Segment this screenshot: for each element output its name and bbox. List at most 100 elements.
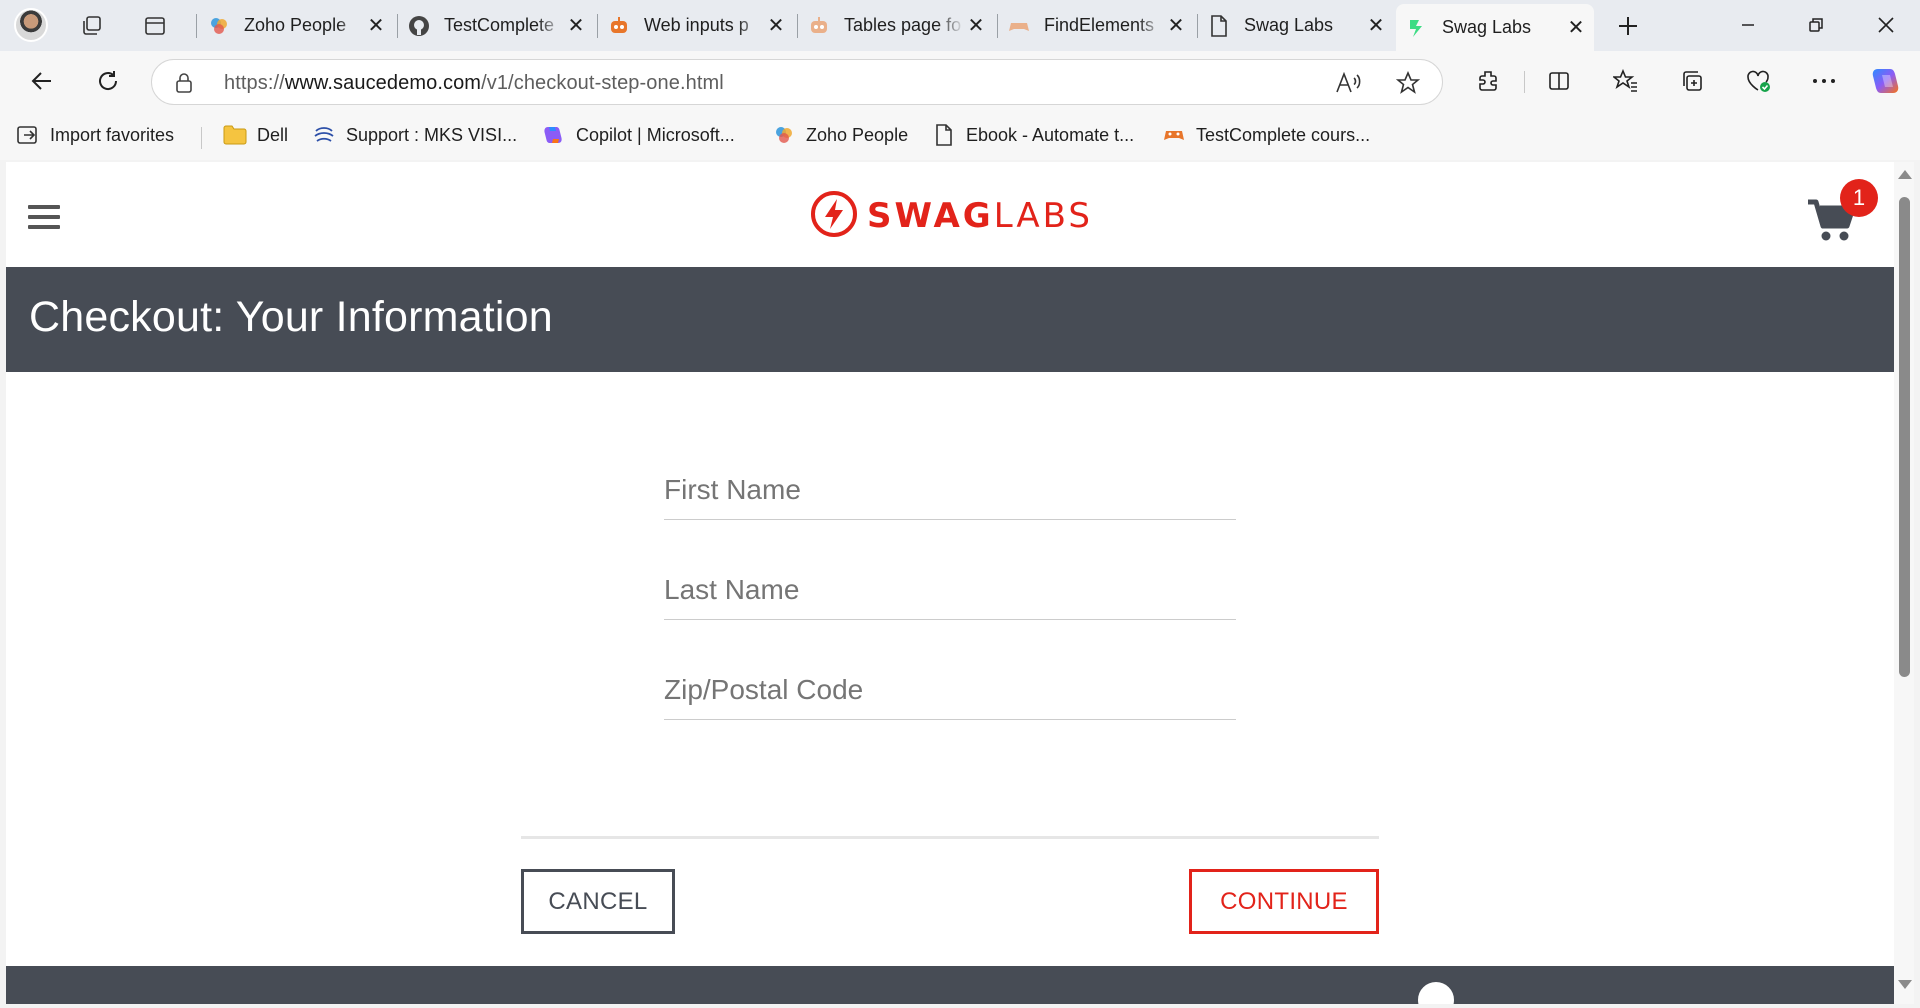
minimize-icon[interactable] — [1720, 6, 1776, 44]
tab-title: Zoho People — [244, 15, 347, 35]
bookmark-label: Support : MKS VISI... — [346, 124, 518, 145]
address-bar[interactable]: https://www.saucedemo.com/v1/checkout-st… — [151, 59, 1443, 105]
copilot-icon[interactable] — [1868, 63, 1904, 99]
close-window-icon[interactable] — [1858, 6, 1914, 44]
tab-tables-page[interactable]: Tables page fo ✕ — [798, 6, 994, 45]
cart-badge[interactable]: 1 — [1840, 179, 1878, 217]
url-text[interactable]: https://www.saucedemo.com/v1/checkout-st… — [224, 72, 724, 95]
tab-strip: Zoho People ✕ TestComplete ✕ Web inputs … — [0, 0, 1920, 51]
close-tab-icon[interactable]: ✕ — [364, 14, 388, 38]
profile-avatar[interactable] — [14, 8, 48, 42]
continue-button[interactable]: CONTINUE — [1189, 869, 1379, 934]
bookmark-ebook[interactable]: Ebook - Automate t... — [932, 121, 1134, 149]
bookmarks-bar: Import favorites Dell Support : MKS VISI… — [0, 110, 1920, 160]
robot-icon — [608, 15, 630, 37]
close-tab-icon[interactable]: ✕ — [1564, 16, 1588, 40]
page-footer — [6, 966, 1894, 1004]
browser-essentials-icon[interactable] — [1741, 63, 1777, 99]
gamepad-icon — [1008, 15, 1030, 37]
bookmark-support-mks[interactable]: Support : MKS VISI... — [312, 121, 517, 149]
globe-icon — [312, 123, 336, 147]
page-scrollbar[interactable] — [1894, 162, 1914, 1004]
tab-title: TestComplete — [444, 15, 555, 35]
back-icon[interactable] — [24, 63, 60, 99]
read-aloud-icon[interactable] — [1334, 69, 1362, 97]
tab-testcomplete[interactable]: TestComplete ✕ — [398, 6, 594, 45]
bookmark-label: Import favorites — [50, 124, 175, 145]
tab-findelements[interactable]: FindElements ✕ — [998, 6, 1194, 45]
bookmark-label: TestComplete cours... — [1196, 124, 1371, 145]
document-icon — [932, 123, 956, 147]
collections-icon[interactable] — [1674, 63, 1710, 99]
bookmark-label: Dell — [257, 124, 289, 145]
new-tab-icon[interactable] — [1614, 12, 1642, 40]
github-icon — [408, 15, 430, 37]
logo-swag-text: SWAG — [867, 196, 994, 236]
scroll-up-arrow-icon[interactable] — [1898, 170, 1912, 179]
close-tab-icon[interactable]: ✕ — [564, 14, 588, 38]
close-tab-icon[interactable]: ✕ — [764, 14, 788, 38]
tab-title: FindElements — [1044, 15, 1155, 35]
bookmark-copilot[interactable]: Copilot | Microsoft... — [542, 121, 735, 149]
more-options-icon[interactable] — [1806, 63, 1842, 99]
postal-code-field-wrapper — [664, 662, 1236, 720]
last-name-input[interactable] — [664, 562, 1236, 618]
page-title: Checkout: Your Information — [29, 293, 553, 341]
swag-labs-logo: SWAGLABS — [811, 190, 1093, 238]
tab-title: Web inputs p — [644, 15, 749, 35]
workspaces-icon[interactable] — [78, 12, 106, 40]
tab-title: Tables page fo — [844, 15, 962, 35]
bookmark-label: Copilot | Microsoft... — [576, 124, 735, 145]
form-divider — [521, 836, 1379, 839]
folder-icon — [223, 123, 247, 147]
app-header: SWAGLABS 1 — [6, 162, 1894, 267]
lock-icon[interactable] — [174, 71, 194, 100]
favorite-star-icon[interactable] — [1394, 69, 1422, 97]
url-scheme: https:// — [224, 72, 285, 94]
close-tab-icon[interactable]: ✕ — [1164, 14, 1188, 38]
tab-swag-labs-1[interactable]: Swag Labs ✕ — [1198, 6, 1394, 45]
postal-code-input[interactable] — [664, 662, 1236, 718]
gamepad-icon — [1162, 123, 1186, 147]
zoho-people-icon — [208, 15, 230, 37]
scrollbar-thumb[interactable] — [1899, 197, 1910, 677]
url-host: www.saucedemo.com — [284, 72, 482, 94]
favorites-icon[interactable] — [1608, 63, 1644, 99]
last-name-field-wrapper — [664, 562, 1236, 620]
vertical-tabs-icon[interactable] — [141, 12, 169, 40]
tab-zoho-people[interactable]: Zoho People ✕ — [198, 6, 394, 45]
split-screen-icon[interactable] — [1541, 63, 1577, 99]
cancel-button[interactable]: CANCEL — [521, 869, 675, 934]
swag-labs-bolt-icon — [811, 190, 857, 242]
first-name-field-wrapper — [664, 462, 1236, 520]
page-subheader: Checkout: Your Information — [6, 267, 1894, 372]
logo-labs-text: LABS — [993, 196, 1093, 236]
robot-icon — [808, 15, 830, 37]
bookmark-label: Zoho People — [806, 124, 909, 145]
close-tab-icon[interactable]: ✕ — [964, 14, 988, 38]
menu-hamburger-icon[interactable] — [28, 205, 60, 229]
tab-title: Swag Labs — [1244, 15, 1334, 35]
restore-icon[interactable] — [1788, 6, 1844, 44]
tab-swag-labs-active[interactable]: Swag Labs ✕ — [1396, 4, 1594, 51]
tab-web-inputs[interactable]: Web inputs p ✕ — [598, 6, 794, 45]
checkout-info-form — [664, 462, 1236, 762]
close-tab-icon[interactable]: ✕ — [1364, 14, 1388, 38]
bookmark-zoho-people[interactable]: Zoho People — [772, 121, 908, 149]
first-name-input[interactable] — [664, 462, 1236, 518]
refresh-icon[interactable] — [90, 63, 126, 99]
copilot-icon — [542, 123, 566, 147]
swaglabs-icon — [1406, 17, 1428, 39]
scroll-down-arrow-icon[interactable] — [1898, 980, 1912, 989]
bookmark-dell[interactable]: Dell — [223, 121, 288, 149]
bookmark-label: Ebook - Automate t... — [966, 124, 1135, 145]
url-path: /v1/checkout-step-one.html — [481, 72, 724, 94]
tab-title: Swag Labs — [1442, 17, 1532, 37]
bookmark-import-favorites[interactable]: Import favorites — [16, 121, 174, 149]
document-icon — [1208, 14, 1230, 37]
zoho-people-icon — [772, 123, 796, 147]
bookmark-testcomplete-course[interactable]: TestComplete cours... — [1162, 121, 1370, 149]
extensions-icon[interactable] — [1470, 63, 1506, 99]
footer-robot-icon — [1416, 980, 1456, 1004]
page-viewport: SWAGLABS 1 Checkout: Your Information CA… — [6, 162, 1894, 1004]
